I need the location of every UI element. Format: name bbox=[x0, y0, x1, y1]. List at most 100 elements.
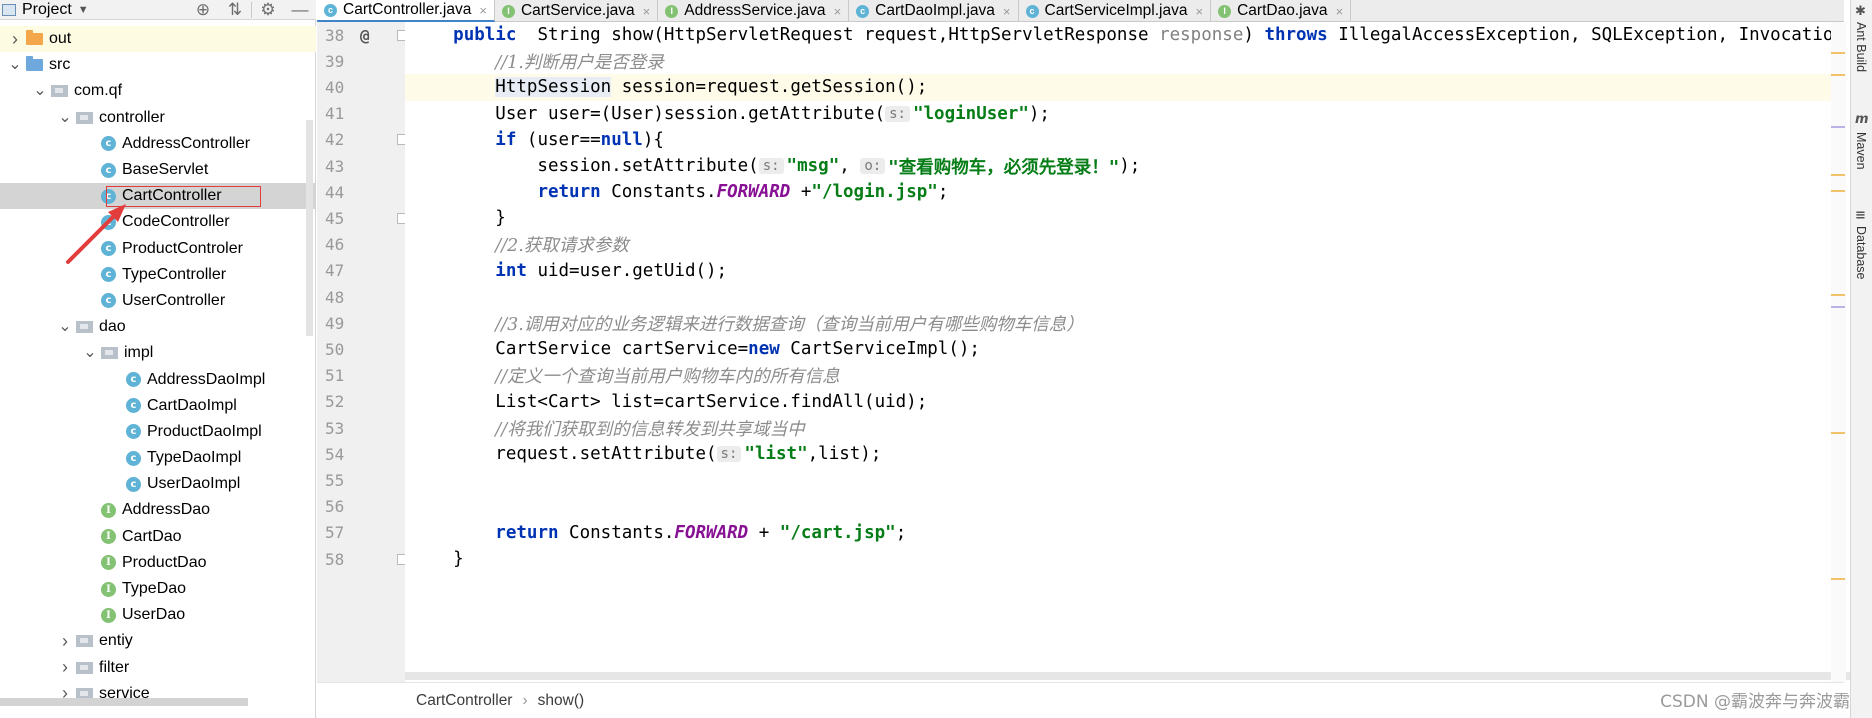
tab-cartcontroller[interactable]: c CartController.java × bbox=[317, 0, 495, 22]
tree-item-usercontroller[interactable]: ›cUserController bbox=[0, 288, 316, 314]
database-icon[interactable]: ≡ bbox=[1855, 208, 1866, 223]
ant-icon[interactable]: ✱ bbox=[1855, 4, 1866, 19]
stripe-marker[interactable] bbox=[1831, 432, 1845, 434]
line-number[interactable]: 43 bbox=[317, 153, 405, 179]
line-number[interactable]: 44 bbox=[317, 179, 405, 205]
code-line[interactable]: //1.判断用户是否登录 bbox=[405, 48, 1844, 74]
tree-item-typedaoimpl[interactable]: ›cTypeDaoImpl bbox=[0, 445, 316, 471]
tree-vertical-scrollbar[interactable] bbox=[306, 120, 313, 336]
tree-item-codecontroller[interactable]: ›cCodeController bbox=[0, 209, 316, 235]
code-line[interactable] bbox=[405, 467, 1844, 493]
stripe-marker[interactable] bbox=[1831, 294, 1845, 296]
chevron-down-icon[interactable]: ⌄ bbox=[8, 57, 22, 73]
close-icon[interactable]: × bbox=[1003, 4, 1011, 19]
ant-build-tab[interactable]: Ant Build bbox=[1854, 22, 1868, 72]
stripe-marker[interactable] bbox=[1831, 74, 1845, 76]
code-line[interactable]: //定义一个查询当前用户购物车内的所有信息 bbox=[405, 363, 1844, 389]
code-line[interactable]: return Constants. FORWARD + "/login.jsp"; bbox=[405, 179, 1844, 205]
line-number[interactable]: 50 bbox=[317, 336, 405, 362]
tab-cartdao[interactable]: I CartDao.java × bbox=[1211, 0, 1352, 22]
stripe-marker[interactable] bbox=[1831, 578, 1845, 580]
line-number[interactable]: 38 @ bbox=[317, 22, 408, 48]
tree-horizontal-scrollbar[interactable] bbox=[0, 698, 248, 706]
minimize-icon[interactable]: — bbox=[284, 0, 316, 20]
tree-item-addressdao[interactable]: ›IAddressDao bbox=[0, 497, 316, 523]
tree-item-productcontroler[interactable]: ›cProductControler bbox=[0, 236, 316, 262]
chevron-down-icon[interactable]: ⌄ bbox=[83, 345, 97, 361]
close-icon[interactable]: × bbox=[834, 4, 842, 19]
error-stripe[interactable] bbox=[1831, 22, 1846, 682]
line-number[interactable]: 53 bbox=[317, 415, 405, 441]
tab-addressservice[interactable]: I AddressService.java × bbox=[658, 0, 850, 22]
line-number[interactable]: 55 bbox=[317, 467, 405, 493]
tree-item-addressdaoimpl[interactable]: ›cAddressDaoImpl bbox=[0, 366, 316, 392]
code-line[interactable]: //3.调用对应的业务逻辑来进行数据查询（查询当前用户有哪些购物车信息） bbox=[405, 310, 1844, 336]
line-number[interactable]: 46 bbox=[317, 232, 405, 258]
target-icon[interactable]: ⊕ bbox=[187, 0, 219, 20]
line-number[interactable]: 41 bbox=[317, 101, 405, 127]
chevron-right-icon[interactable]: › bbox=[8, 29, 22, 50]
tree-item-typedao[interactable]: ›ITypeDao bbox=[0, 576, 316, 602]
maven-tab[interactable]: Maven bbox=[1854, 132, 1868, 170]
code-line[interactable]: return Constants. FORWARD + "/cart.jsp"; bbox=[405, 520, 1844, 546]
close-icon[interactable]: × bbox=[643, 4, 651, 19]
tree-item-cartdao[interactable]: ›ICartDao bbox=[0, 524, 316, 550]
code-line[interactable]: int uid=user.getUid(); bbox=[405, 258, 1844, 284]
tree-item-productdaoimpl[interactable]: ›cProductDaoImpl bbox=[0, 419, 316, 445]
chevron-right-icon[interactable]: › bbox=[58, 631, 72, 652]
override-marker-icon[interactable]: @ bbox=[360, 26, 370, 45]
chevron-down-icon[interactable]: ⌄ bbox=[58, 319, 72, 335]
line-number[interactable]: 47 bbox=[317, 258, 405, 284]
code-line[interactable]: //2.获取请求参数 bbox=[405, 232, 1844, 258]
line-number[interactable]: 45 bbox=[317, 205, 408, 231]
tab-cartservice[interactable]: I CartService.java × bbox=[495, 0, 659, 22]
tree-item-productdao[interactable]: ›IProductDao bbox=[0, 550, 316, 576]
code-line[interactable]: HttpSession session=request.getSession()… bbox=[405, 74, 1844, 101]
close-icon[interactable]: × bbox=[1336, 4, 1344, 19]
tree-item-typecontroller[interactable]: ›cTypeController bbox=[0, 262, 316, 288]
breadcrumb-method[interactable]: show() bbox=[538, 692, 585, 710]
tree-item-com.qf[interactable]: ⌄ com.qf bbox=[0, 78, 316, 104]
chevron-down-icon[interactable]: ⌄ bbox=[33, 83, 47, 99]
chevron-down-icon[interactable]: ⌄ bbox=[58, 109, 72, 125]
code-line[interactable] bbox=[405, 494, 1844, 520]
code-line[interactable]: } bbox=[405, 546, 1844, 572]
tree-item-entiy[interactable]: › entiy bbox=[0, 628, 316, 654]
line-number[interactable]: 52 bbox=[317, 389, 405, 415]
tree-item-userdao[interactable]: ›IUserDao bbox=[0, 602, 316, 628]
editor-horizontal-scrollbar[interactable] bbox=[405, 672, 1872, 680]
line-number[interactable]: 40 bbox=[317, 74, 405, 100]
tree-item-dao[interactable]: ⌄ dao bbox=[0, 314, 316, 340]
tree-item-impl[interactable]: ⌄ impl bbox=[0, 340, 316, 366]
database-tab[interactable]: Database bbox=[1854, 226, 1868, 280]
chevron-right-icon[interactable]: › bbox=[58, 657, 72, 678]
code-line[interactable]: session.setAttribute(s: "msg", o: "查看购物车，必… bbox=[405, 153, 1844, 179]
line-number[interactable]: 39 bbox=[317, 48, 405, 74]
tree-item-cartdaoimpl[interactable]: ›cCartDaoImpl bbox=[0, 393, 316, 419]
tree-item-controller[interactable]: ⌄ controller bbox=[0, 105, 316, 131]
tree-item-out[interactable]: › out bbox=[0, 26, 316, 53]
stripe-marker[interactable] bbox=[1831, 126, 1845, 128]
line-number[interactable]: 57 bbox=[317, 520, 405, 546]
stripe-marker[interactable] bbox=[1831, 52, 1845, 54]
tree-item-addresscontroller[interactable]: ›cAddressController bbox=[0, 131, 316, 157]
code-area[interactable]: public String show(HttpServletRequest re… bbox=[405, 22, 1844, 682]
maven-icon[interactable]: m bbox=[1855, 112, 1869, 127]
line-number[interactable]: 49 bbox=[317, 310, 405, 336]
line-number[interactable]: 42 bbox=[317, 127, 408, 153]
line-number[interactable]: 51 bbox=[317, 363, 405, 389]
line-number[interactable]: 58 bbox=[317, 546, 408, 572]
breadcrumb-class[interactable]: CartController bbox=[416, 692, 512, 710]
tree-item-src[interactable]: ⌄ src bbox=[0, 52, 316, 78]
code-line[interactable]: //将我们获取到的信息转发到共享域当中 bbox=[405, 415, 1844, 441]
code-line[interactable]: User user=(User)session.getAttribute(s: "… bbox=[405, 101, 1844, 127]
tree-item-baseservlet[interactable]: ›cBaseServlet bbox=[0, 157, 316, 183]
line-number[interactable]: 56 bbox=[317, 494, 405, 520]
code-line[interactable]: public String show(HttpServletRequest re… bbox=[405, 22, 1844, 48]
stripe-marker[interactable] bbox=[1831, 306, 1845, 308]
stripe-marker[interactable] bbox=[1831, 174, 1845, 176]
project-dropdown-icon[interactable]: ▼ bbox=[78, 4, 89, 16]
code-line[interactable]: } bbox=[405, 205, 1844, 231]
gear-icon[interactable]: ⚙ bbox=[252, 0, 284, 20]
code-line[interactable]: request.setAttribute(s: "list" ,list); bbox=[405, 441, 1844, 467]
